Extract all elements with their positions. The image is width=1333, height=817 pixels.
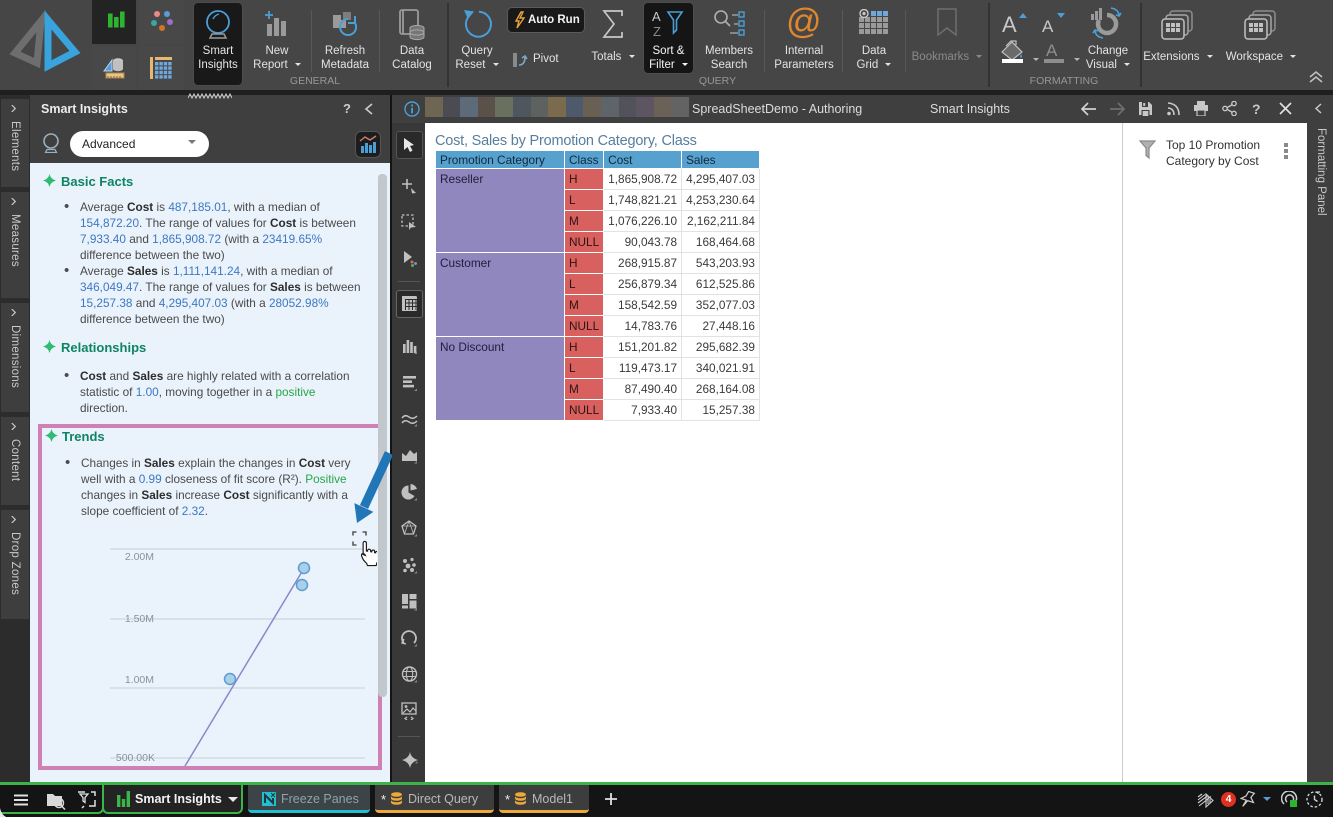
svg-text:Z: Z <box>653 24 661 39</box>
svg-text:A: A <box>1002 12 1017 34</box>
svg-text:2.00M: 2.00M <box>125 551 154 563</box>
svg-text:1.00M: 1.00M <box>125 674 154 686</box>
svg-text:A: A <box>1046 41 1058 60</box>
svg-text:500.00K: 500.00K <box>116 752 155 764</box>
svg-text:A: A <box>1042 17 1054 34</box>
svg-text:A: A <box>652 9 661 24</box>
svg-text:1.50M: 1.50M <box>125 613 154 625</box>
